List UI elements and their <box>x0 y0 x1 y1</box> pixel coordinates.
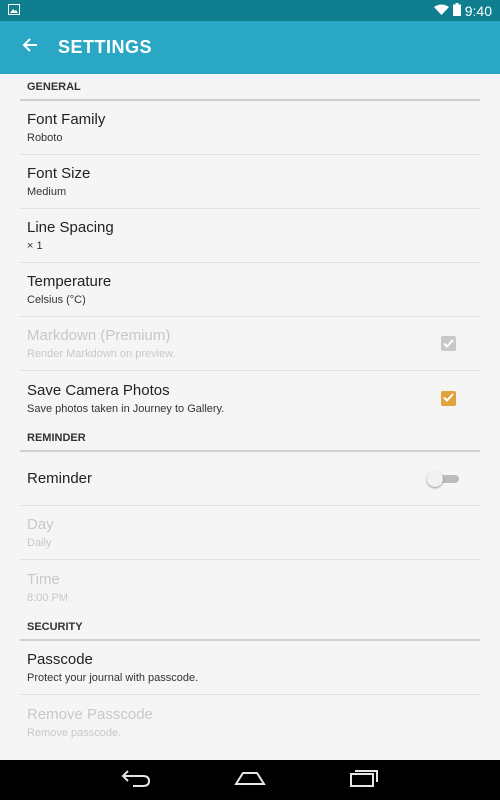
setting-title: Save Camera Photos <box>27 381 170 399</box>
nav-back-button[interactable] <box>119 768 153 792</box>
setting-title: Line Spacing <box>27 219 114 236</box>
setting-passcode[interactable]: Passcode Protect your journal with passc… <box>20 641 480 695</box>
battery-icon <box>452 2 461 19</box>
setting-font-size[interactable]: Font Size Medium <box>20 155 480 209</box>
setting-texts: Save Camera Photos Save photos taken in … <box>27 382 224 415</box>
page-title: SETTINGS <box>58 37 153 57</box>
nav-home-button[interactable] <box>233 768 267 792</box>
setting-texts: Font Family Roboto <box>27 111 105 144</box>
setting-font-family[interactable]: Font Family Roboto <box>20 101 480 155</box>
setting-subtitle: Remove passcode. <box>27 726 122 739</box>
setting-title: Passcode <box>27 651 93 668</box>
setting-save-camera-photos[interactable]: Save Camera Photos Save photos taken in … <box>20 371 480 425</box>
wifi-icon <box>433 3 449 19</box>
nav-home-icon <box>234 770 266 791</box>
setting-day: Day Daily <box>20 506 480 560</box>
status-time: 9:40 <box>464 2 492 19</box>
setting-texts: Temperature Celsius (°C) <box>27 273 111 306</box>
image-notification-icon <box>8 2 20 20</box>
setting-title: Temperature <box>27 273 112 290</box>
setting-reminder[interactable]: Reminder <box>20 452 480 506</box>
setting-title: Font Family <box>27 111 106 128</box>
section-header-security: SECURITY <box>20 614 480 641</box>
setting-title: Reminder <box>27 470 93 487</box>
setting-subtitle: Protect your journal with passcode. <box>27 672 199 684</box>
setting-value: Celsius (°C) <box>27 294 86 306</box>
check-icon <box>443 335 454 353</box>
setting-title: Time <box>27 570 60 588</box>
setting-title: Day <box>27 516 54 533</box>
nav-recents-icon <box>349 769 379 792</box>
setting-markdown: Markdown (Premium) Render Markdown on pr… <box>20 317 480 371</box>
setting-value: 8:00 PM <box>27 591 68 604</box>
setting-line-spacing[interactable]: Line Spacing × 1 <box>20 209 480 263</box>
settings-list[interactable]: GENERAL Font Family Roboto Font Size Med… <box>0 74 500 760</box>
status-bar: 9:40 <box>0 0 500 21</box>
nav-back-icon <box>121 769 151 792</box>
app-bar: SETTINGS <box>0 21 500 74</box>
setting-texts: Passcode Protect your journal with passc… <box>27 651 198 684</box>
reminder-toggle[interactable] <box>427 470 461 487</box>
setting-title: Font Size <box>27 165 91 182</box>
setting-texts: Markdown (Premium) Render Markdown on pr… <box>27 327 176 360</box>
setting-time: Time 8:00 PM <box>20 560 480 614</box>
setting-remove-passcode: Remove Passcode Remove passcode. <box>20 695 480 749</box>
setting-title: Remove Passcode <box>27 705 153 723</box>
status-right: 9:40 <box>433 2 492 19</box>
section-header-reminder: REMINDER <box>20 425 480 452</box>
setting-value: Medium <box>27 186 67 198</box>
setting-value: Roboto <box>27 132 63 144</box>
setting-temperature[interactable]: Temperature Celsius (°C) <box>20 263 480 317</box>
setting-value: × 1 <box>27 240 43 252</box>
setting-value: Daily <box>27 537 52 549</box>
section-header-general: GENERAL <box>20 74 480 101</box>
setting-texts: Day Daily <box>27 516 54 549</box>
setting-texts: Font Size Medium <box>27 165 90 198</box>
back-button[interactable] <box>16 34 44 62</box>
arrow-back-icon <box>22 37 38 58</box>
setting-texts: Reminder <box>27 470 92 487</box>
setting-texts: Time 8:00 PM <box>27 571 68 604</box>
toggle-thumb <box>427 470 443 487</box>
save-camera-photos-checkbox[interactable] <box>441 389 456 407</box>
setting-texts: Line Spacing × 1 <box>27 219 114 252</box>
nav-recents-button[interactable] <box>347 768 381 792</box>
setting-texts: Remove Passcode Remove passcode. <box>27 706 153 739</box>
check-icon <box>443 389 454 407</box>
setting-subtitle: Render Markdown on preview. <box>27 348 176 360</box>
status-left <box>8 2 20 20</box>
setting-title: Markdown (Premium) <box>27 327 171 344</box>
navigation-bar <box>0 760 500 800</box>
markdown-checkbox <box>441 336 456 351</box>
setting-subtitle: Save photos taken in Journey to Gallery. <box>27 402 225 415</box>
